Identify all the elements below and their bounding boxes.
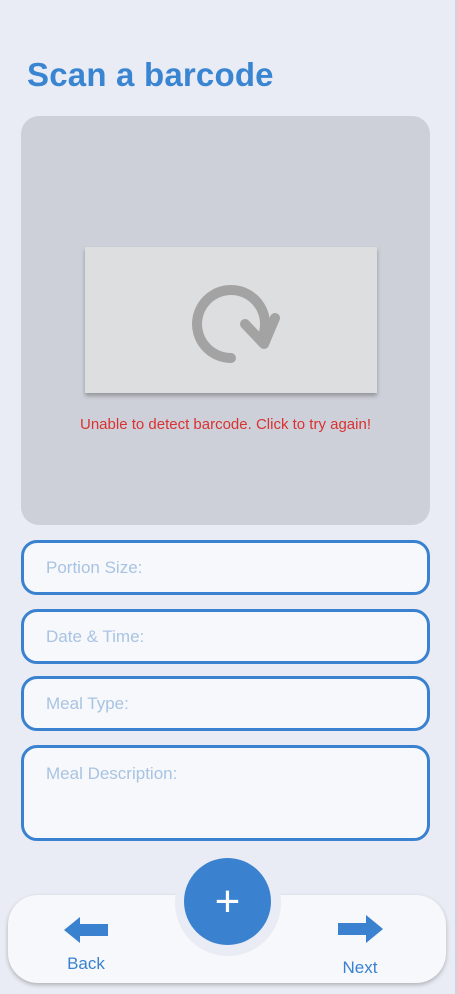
- meal-type-input[interactable]: [46, 679, 405, 728]
- back-label: Back: [67, 954, 105, 973]
- retry-scan-button[interactable]: [85, 247, 377, 393]
- plus-icon: +: [214, 876, 241, 926]
- scanner-area: Unable to detect barcode. Click to try a…: [21, 116, 430, 525]
- portion-size-field[interactable]: [21, 540, 430, 595]
- next-label: Next: [342, 958, 378, 977]
- meal-type-field[interactable]: [21, 676, 430, 731]
- add-button[interactable]: +: [184, 858, 271, 945]
- back-button[interactable]: Back: [62, 915, 110, 974]
- meal-description-input[interactable]: [46, 748, 405, 838]
- datetime-input[interactable]: [46, 612, 405, 661]
- arrow-right-icon: [335, 913, 385, 950]
- meal-description-field[interactable]: [21, 745, 430, 841]
- refresh-icon: [181, 268, 281, 373]
- portion-size-input[interactable]: [46, 543, 405, 592]
- page-title: Scan a barcode: [27, 56, 274, 93]
- datetime-field[interactable]: [21, 609, 430, 664]
- scan-error-message[interactable]: Unable to detect barcode. Click to try a…: [21, 416, 430, 433]
- next-button[interactable]: Next: [335, 913, 385, 978]
- arrow-left-icon: [62, 915, 110, 950]
